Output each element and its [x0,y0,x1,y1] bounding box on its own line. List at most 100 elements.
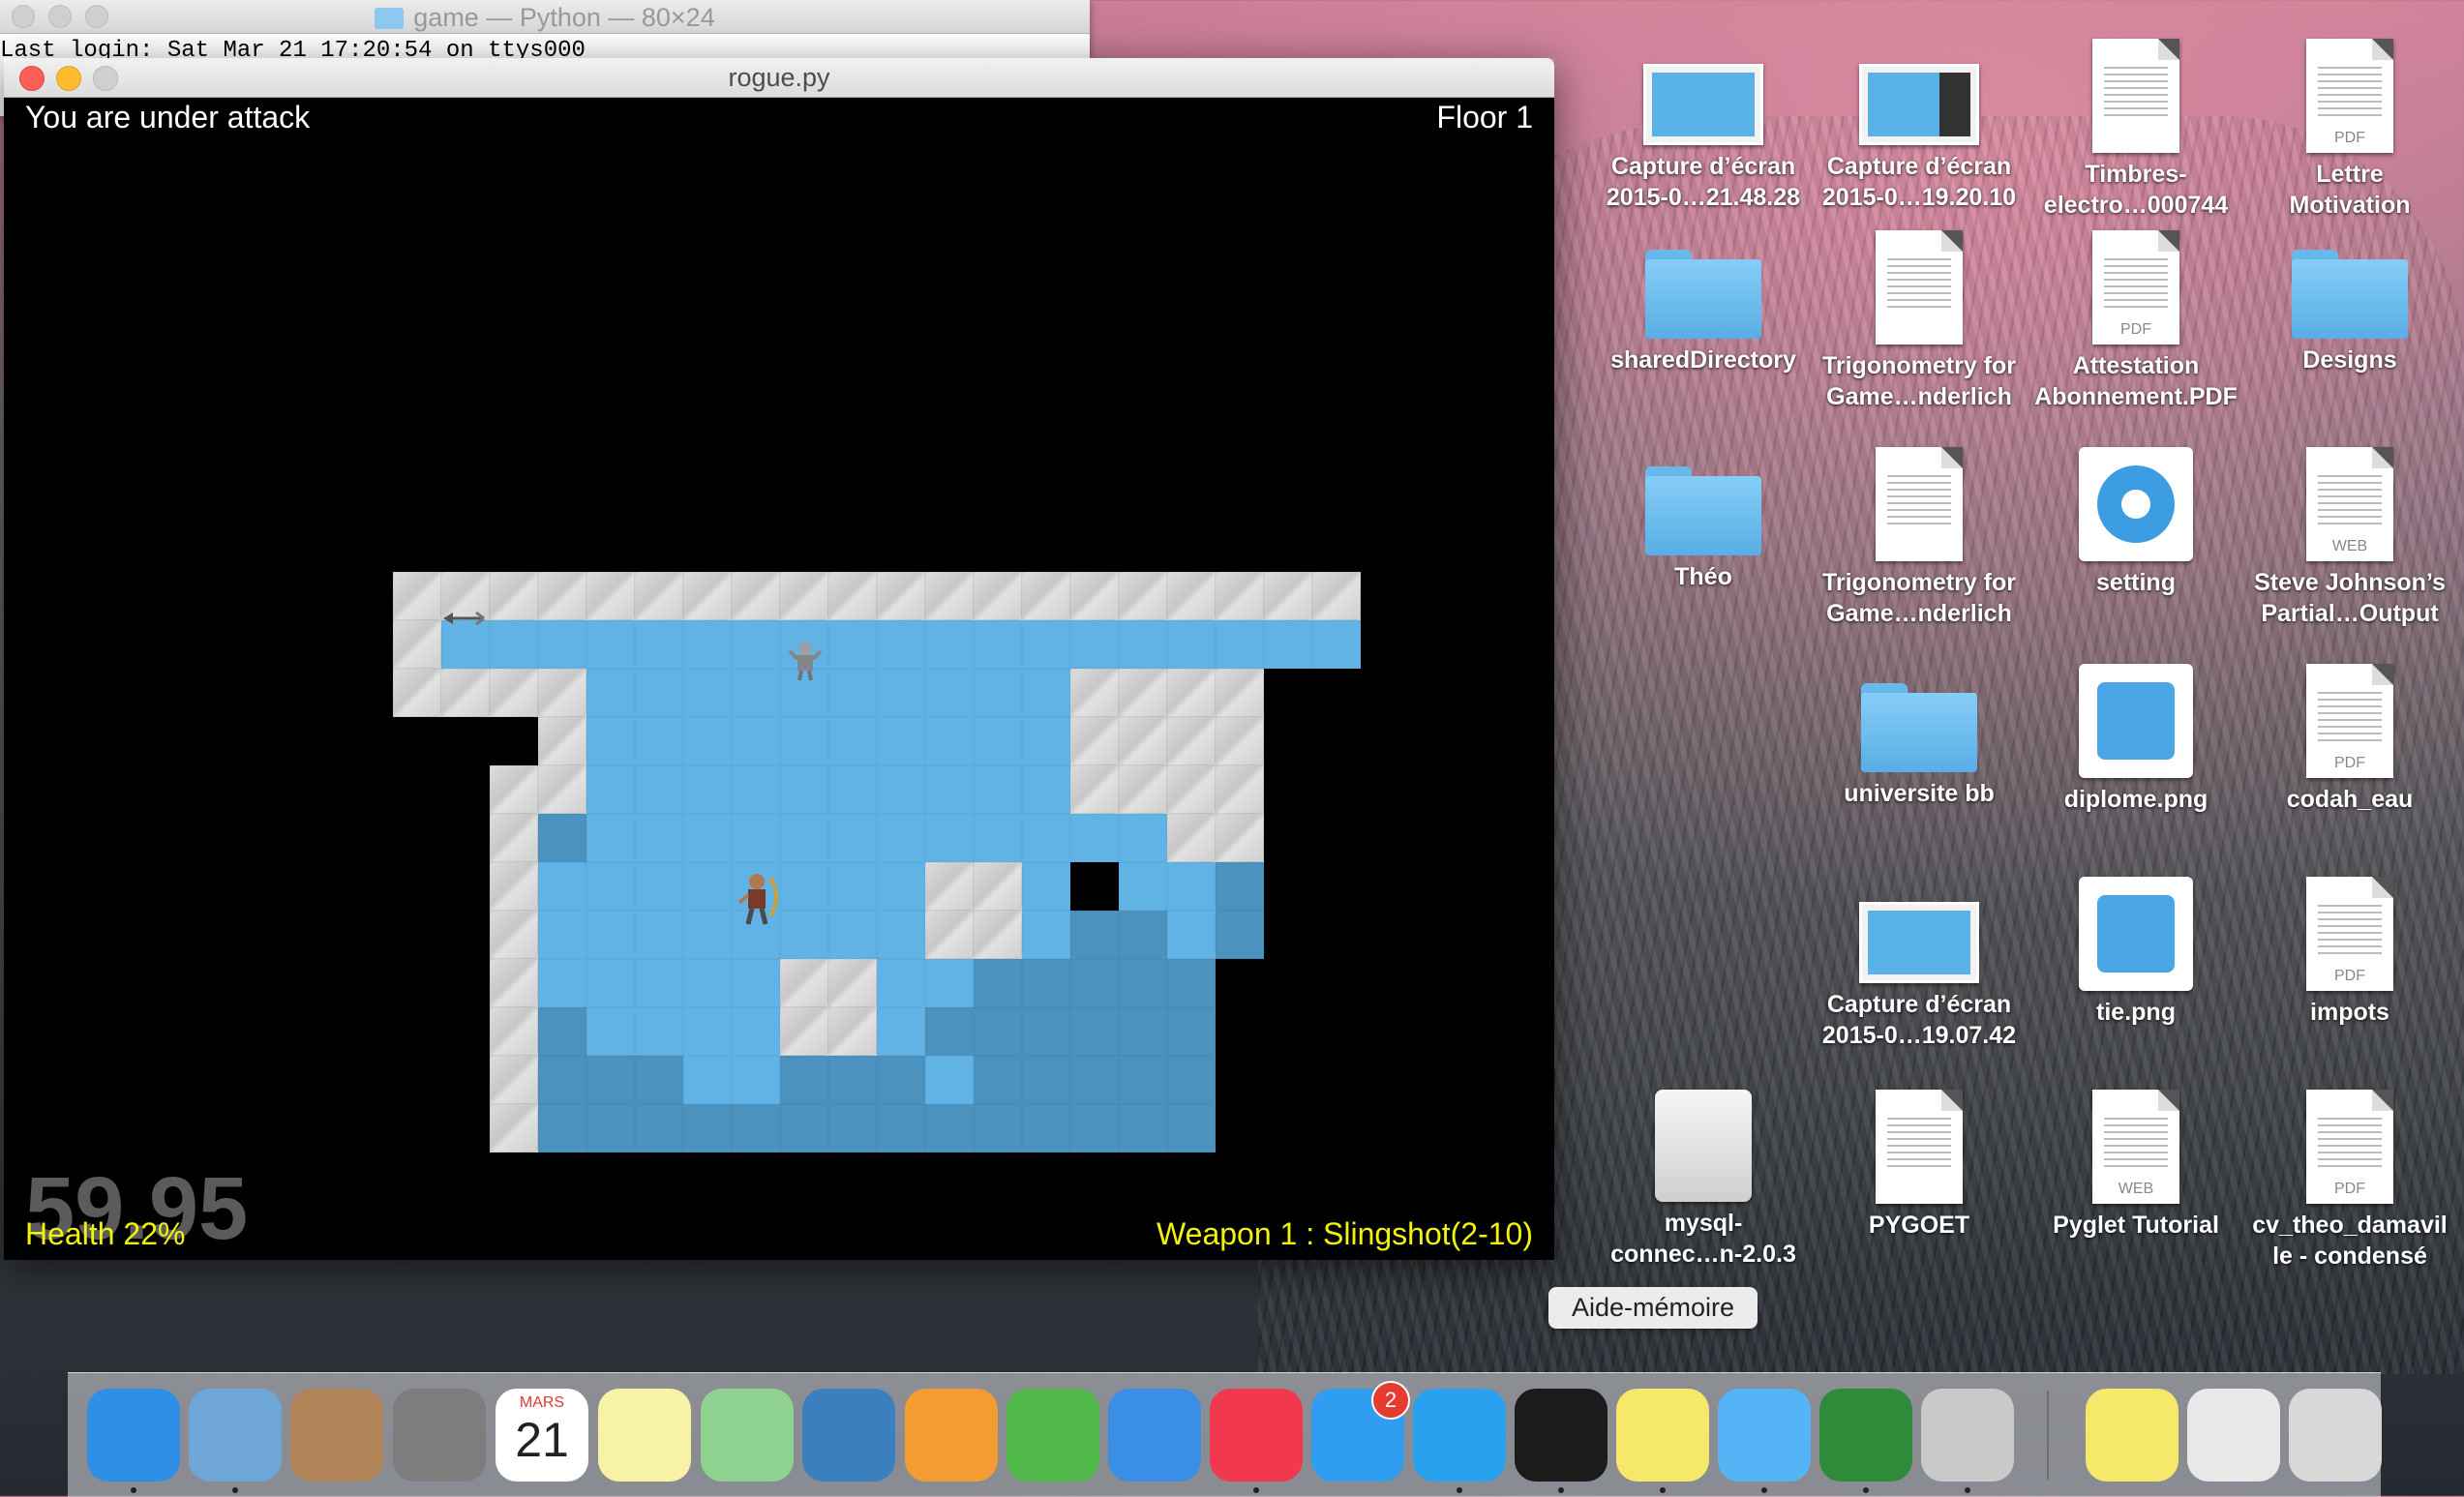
notes-icon[interactable] [598,1389,691,1482]
mail-icon[interactable] [189,1389,282,1482]
downloads-stack-icon[interactable] [2187,1389,2280,1482]
keynote-icon[interactable] [1108,1389,1201,1482]
desktop-icon[interactable]: sharedDirectory [1597,230,1810,375]
desktop-icon[interactable]: PDF Lettre Motivation [2243,39,2456,221]
floor-tile [635,1007,683,1056]
file-type-tag: PDF [2334,755,2365,771]
floor-tile [635,1056,683,1104]
desktop-icon-label: cv_theo_damavil le - condensé [2252,1212,2448,1270]
dock[interactable]: MARS 21 2 [68,1372,2382,1497]
wall-tile [877,572,925,620]
desktop-icon-label: Steve Johnson’s Partial…Output [2254,569,2446,627]
desktop-icon[interactable]: tie.png [2029,877,2242,1028]
numbers-icon[interactable] [1007,1389,1099,1482]
calendar-day: 21 [515,1413,569,1467]
wall-tile [1216,765,1264,814]
game-titlebar[interactable]: rogue.py [4,58,1554,98]
file-type-tag: PDF [2120,321,2151,338]
wall-tile [490,572,538,620]
screenshot-icon [1859,64,1979,145]
desktop-icon-label: mysql- connec…n-2.0.3 [1610,1210,1796,1268]
wall-tile [780,959,828,1007]
wall-tile [780,572,828,620]
floor-tile [974,717,1022,765]
floor-tile [925,620,974,669]
desktop-icon[interactable]: Designs [2243,230,2456,375]
document-icon [1876,1090,1963,1204]
desktop-icon[interactable]: Capture d’écran 2015-0…19.07.42 [1813,877,2026,1051]
messages-icon[interactable] [1718,1389,1811,1482]
floor-tile [1119,911,1167,959]
wall-tile [828,572,877,620]
floor-tile [780,911,828,959]
trash-icon[interactable] [2289,1389,2382,1482]
pit-tile [1070,862,1119,911]
floor-tile [877,959,925,1007]
python-launcher-icon[interactable] [1921,1389,2014,1482]
floor-tile [877,669,925,717]
floor-tile [635,765,683,814]
terminal-icon[interactable] [1515,1389,1608,1482]
desktop-icon[interactable]: PYGOET [1813,1090,2026,1241]
desktop-icon[interactable]: Trigonometry for Game…nderlich [1813,230,2026,412]
file-type-tag: WEB [2331,538,2368,554]
desktop-icon-label: PYGOET [1868,1212,1970,1239]
stickies-icon[interactable] [1616,1389,1709,1482]
floor-tile [1216,862,1264,911]
stickies-folder-icon[interactable] [2086,1389,2179,1482]
calendar-icon[interactable]: MARS 21 [496,1389,588,1482]
wall-tile [1216,717,1264,765]
running-indicator [1253,1487,1259,1493]
finder-icon[interactable] [87,1389,180,1482]
desktop-icon[interactable]: Capture d’écran 2015-0…21.48.28 [1597,39,1810,213]
folder-icon [1861,683,1977,772]
desktop-icon[interactable]: diplome.png [2029,664,2242,815]
desktop-icon-label: Trigonometry for Game…nderlich [1821,352,2016,410]
wall-tile [393,669,441,717]
floor-tile [1022,959,1070,1007]
desktop-icon-label: Capture d’écran 2015-0…21.48.28 [1606,153,1801,211]
player-sprite[interactable] [736,872,784,931]
floor-tile [635,911,683,959]
contacts-icon[interactable] [290,1389,383,1482]
terminal-titlebar[interactable]: game — Python — 80×24 [0,0,1090,34]
desktop-icon[interactable]: PDF impots [2243,877,2456,1028]
desktop-icon[interactable]: Théo [1597,447,1810,592]
desktop-icon[interactable]: Trigonometry for Game…nderlich [1813,447,2026,629]
app-store-icon[interactable]: 2 [1311,1381,1410,1482]
desktop-icon[interactable]: PDF Attestation Abonnement.PDF [2029,230,2242,412]
floor-tile [828,620,877,669]
desktop-icon[interactable]: universite bb [1813,664,2026,809]
floor-tile [1167,620,1216,669]
desktop-icon[interactable]: Capture d’écran 2015-0…19.20.10 [1813,39,2026,213]
wall-tile [538,669,586,717]
desktop-icon[interactable]: mysql- connec…n-2.0.3 [1597,1090,1810,1270]
wall-tile [538,717,586,765]
game-window[interactable]: rogue.py You are under attack Floor 1 59… [4,58,1554,1260]
desktop-icon[interactable]: PDF cv_theo_damavil le - condensé [2243,1090,2456,1272]
desktop-icon[interactable]: Timbres- electro…000744 [2029,39,2242,221]
pages-icon[interactable] [905,1389,998,1482]
desktop-icon[interactable]: WEB Steve Johnson’s Partial…Output [2243,447,2456,629]
floor-tile [1167,1056,1216,1104]
game-canvas[interactable]: You are under attack Floor 1 59.95 Healt… [4,98,1554,1260]
launchpad-icon[interactable] [393,1389,486,1482]
floor-tile [1022,1007,1070,1056]
monster-sprite[interactable] [788,640,823,685]
photo-booth-icon[interactable] [802,1389,895,1482]
desktop-icon-label: Trigonometry for Game…nderlich [1821,569,2016,627]
desktop-icon[interactable]: WEB Pyglet Tutorial [2029,1090,2242,1241]
floor-tile [683,669,732,717]
dock-separator [2047,1391,2049,1480]
floor-tile [538,862,586,911]
floor-tile [828,669,877,717]
safari-icon[interactable] [1413,1389,1506,1482]
wall-tile [974,911,1022,959]
maps-icon[interactable] [701,1389,794,1482]
floor-tile [1167,862,1216,911]
desktop-icon[interactable]: PDF codah_eau [2243,664,2456,815]
itunes-icon[interactable] [1210,1389,1303,1482]
floor-tile [586,1056,635,1104]
desktop-icon[interactable]: setting [2029,447,2242,598]
vim-icon[interactable] [1819,1389,1912,1482]
